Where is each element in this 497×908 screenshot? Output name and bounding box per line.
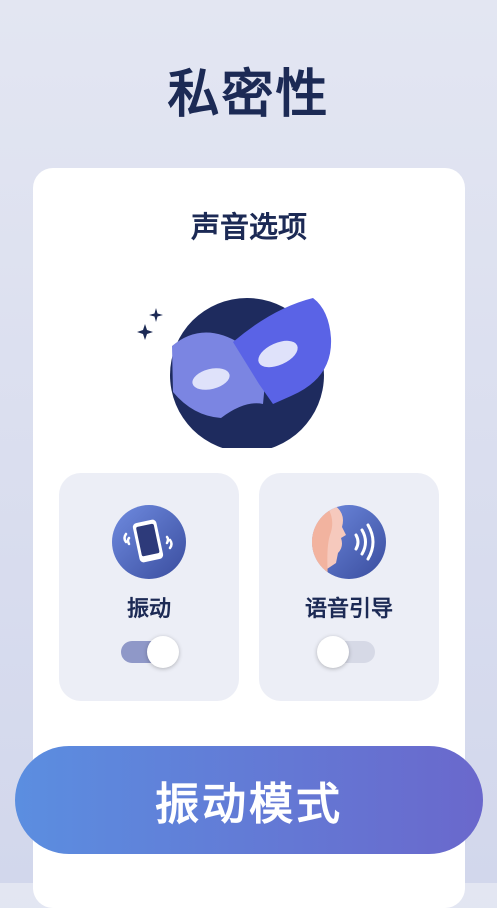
sparkle-small-icon — [149, 308, 163, 322]
page-title: 私密性 — [167, 65, 330, 125]
vibration-mode-button[interactable]: 振动模式 — [15, 746, 483, 854]
voice-guide-label: 语音引导 — [304, 597, 393, 622]
voice-guide-option: 语音引导 — [259, 473, 439, 701]
vibration-toggle[interactable] — [121, 636, 179, 668]
voice-guide-toggle-knob — [317, 636, 349, 668]
mask-icon — [137, 298, 332, 448]
voice-guide-icon — [312, 505, 386, 579]
phone-vibrate-icon — [112, 505, 186, 579]
vibration-label: 振动 — [126, 597, 171, 622]
vibration-toggle-knob — [147, 636, 179, 668]
sparkle-large-icon — [137, 324, 153, 340]
vibration-option: 振动 — [59, 473, 239, 701]
card-title: 声音选项 — [190, 210, 307, 244]
voice-guide-toggle[interactable] — [317, 636, 375, 668]
